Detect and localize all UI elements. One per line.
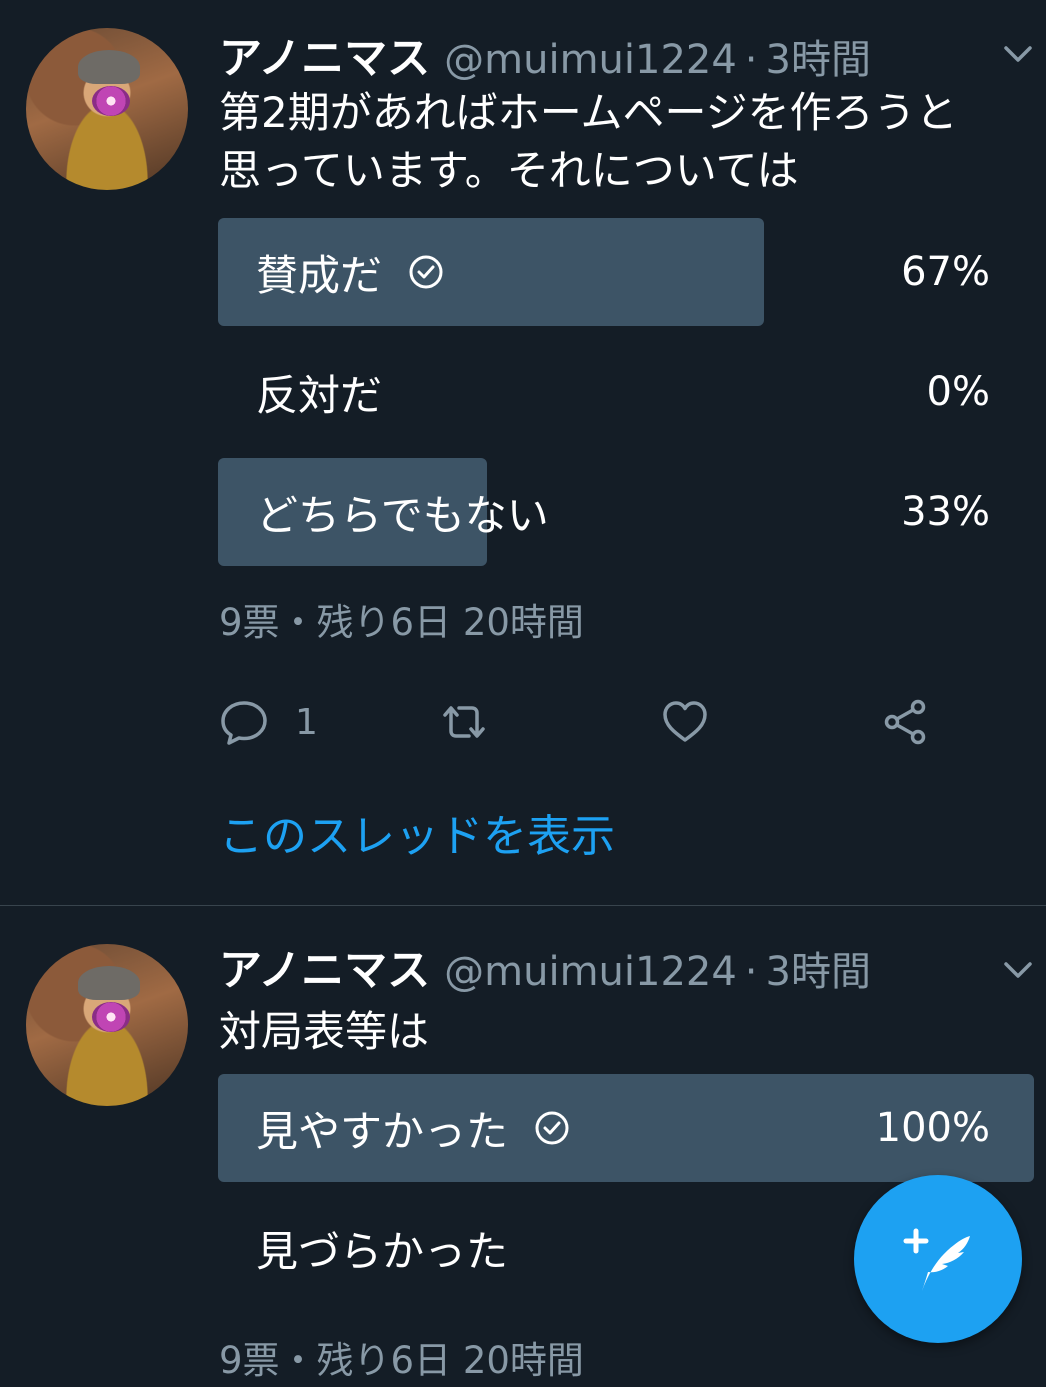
poll-option-label: 見づらかった	[256, 1226, 509, 1276]
retweet-icon	[443, 706, 485, 738]
user-handle[interactable]: @muimui1224	[444, 37, 737, 83]
share-icon	[884, 699, 926, 745]
avatar[interactable]	[26, 944, 188, 1106]
poll-option-label-wrap: 賛成だ	[256, 218, 444, 326]
compose-tweet-button[interactable]	[854, 1175, 1022, 1343]
reply-icon	[221, 701, 267, 745]
poll-option[interactable]: 見やすかった 100%	[218, 1074, 1034, 1182]
chevron-down-icon[interactable]	[1000, 952, 1036, 988]
user-handle[interactable]: @muimui1224	[444, 949, 737, 995]
share-button[interactable]	[880, 690, 930, 754]
display-name[interactable]: アノニマス	[219, 24, 430, 86]
poll-option-percent: 100%	[875, 1105, 990, 1151]
chevron-down-icon[interactable]	[1000, 36, 1036, 72]
tweet-text-line: 第2期があればホームページを作ろうと	[219, 88, 958, 137]
poll-meta: 9票・残り6日 20時間	[219, 601, 584, 644]
poll-option-label: どちらでもない	[256, 490, 549, 540]
tweet-poll-homepage[interactable]: アノニマス @muimui1224 · 3時間 第2期があればホームページを作ろ…	[0, 0, 1046, 905]
tweet-actions: 1	[219, 690, 999, 754]
poll-option-percent: 33%	[901, 489, 990, 535]
poll-option-label-wrap: 見やすかった	[256, 1074, 570, 1182]
poll-option-label-wrap: 見づらかった	[256, 1194, 508, 1302]
reply-button[interactable]: 1	[219, 690, 318, 754]
avatar-hat	[78, 966, 140, 1000]
poll-option[interactable]: 反対だ 0%	[218, 338, 1034, 446]
poll-option-percent: 0%	[926, 369, 990, 415]
like-button[interactable]	[660, 690, 710, 754]
reply-count: 1	[295, 701, 318, 743]
compose-tweet-icon	[903, 1228, 970, 1291]
check-circle-icon	[409, 255, 443, 289]
poll-option-label-wrap: どちらでもない	[256, 458, 549, 566]
tweet-timestamp[interactable]: 3時間	[766, 939, 871, 997]
tweet-timestamp[interactable]: 3時間	[766, 27, 871, 85]
avatar-flower	[92, 1002, 130, 1032]
heart-icon	[663, 701, 707, 742]
poll-option-label: 賛成だ	[256, 250, 383, 300]
tweet-text: 対局表等は	[219, 1003, 1019, 1061]
poll-option[interactable]: どちらでもない 33%	[218, 458, 1034, 566]
avatar-hat	[78, 50, 140, 84]
tweet-header: アノニマス @muimui1224 · 3時間	[219, 24, 871, 84]
tweet-header: アノニマス @muimui1224 · 3時間	[219, 936, 871, 996]
tweet-text: 第2期があればホームページを作ろうと 思っています。それについては	[219, 84, 1019, 200]
poll-option[interactable]: 賛成だ 67%	[218, 218, 1034, 326]
poll-meta: 9票・残り6日 20時間	[219, 1339, 584, 1382]
tweet-text-line: 思っています。それについては	[219, 146, 799, 195]
poll-option-percent: 67%	[901, 249, 990, 295]
poll-option-label: 見やすかった	[256, 1106, 509, 1156]
avatar[interactable]	[26, 28, 188, 190]
tweet-text-line: 対局表等は	[219, 1007, 430, 1056]
show-thread-link[interactable]: このスレッドを表示	[219, 800, 615, 864]
separator-dot: ·	[744, 949, 758, 995]
check-circle-icon	[535, 1111, 569, 1145]
separator-dot: ·	[744, 37, 758, 83]
avatar-flower	[92, 86, 130, 116]
poll-option-label: 反対だ	[256, 370, 383, 420]
retweet-button[interactable]	[439, 690, 489, 754]
display-name[interactable]: アノニマス	[219, 936, 430, 998]
poll-option-label-wrap: 反対だ	[256, 338, 382, 446]
